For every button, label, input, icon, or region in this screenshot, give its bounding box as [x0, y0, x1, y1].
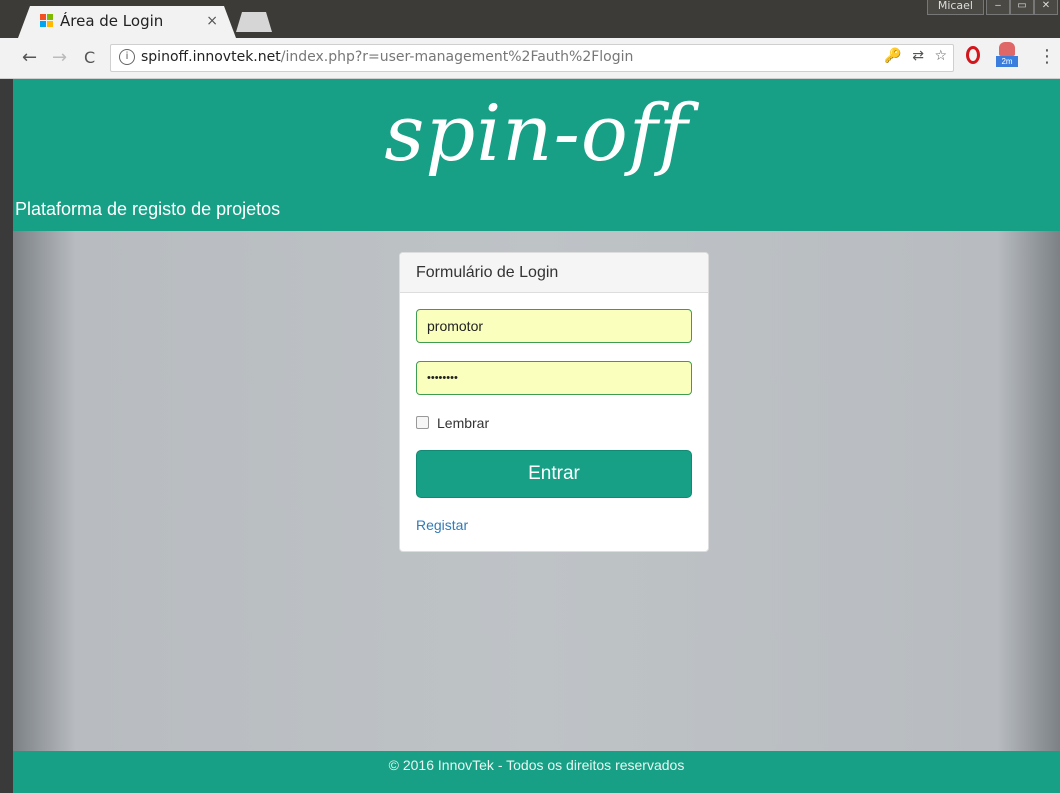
- page: spin-off Plataforma de registo de projet…: [13, 79, 1060, 793]
- register-link[interactable]: Registar: [416, 517, 468, 533]
- timer-extension-icon[interactable]: 2m: [996, 42, 1018, 68]
- back-icon[interactable]: ←: [22, 47, 37, 68]
- site-header: spin-off Plataforma de registo de projet…: [13, 79, 1060, 231]
- username-input[interactable]: promotor: [416, 309, 692, 343]
- opera-extension-icon[interactable]: [966, 46, 980, 64]
- omnibox-icons: 🔑 ⇄ ☆: [878, 48, 947, 64]
- star-icon[interactable]: ☆: [934, 48, 947, 64]
- site-subtitle: Plataforma de registo de projetos: [15, 199, 281, 219]
- maximize-button[interactable]: ▭: [1010, 0, 1034, 15]
- remember-row: Lembrar: [416, 415, 489, 431]
- minimize-button[interactable]: –: [986, 0, 1010, 15]
- password-input[interactable]: ••••••••: [416, 361, 692, 395]
- browser-titlebar: Área de Login × Micael – ▭ ✕: [0, 0, 1060, 38]
- footer-copyright: © 2016 InnovTek - Todos os direitos rese…: [388, 757, 685, 773]
- site-footer: © 2016 InnovTek - Todos os direitos rese…: [13, 751, 1060, 793]
- browser-tab[interactable]: Área de Login ×: [18, 6, 236, 38]
- favicon-icon: [40, 14, 54, 28]
- site-logo[interactable]: spin-off: [13, 89, 1060, 179]
- window-user-label[interactable]: Micael: [926, 0, 984, 15]
- url-path: /index.php?r=user-management%2Fauth%2Flo…: [280, 49, 634, 65]
- login-panel-title: Formulário de Login: [416, 264, 559, 281]
- login-button[interactable]: Entrar: [416, 450, 692, 498]
- url-text[interactable]: spinoff.innovtek.net/index.php?r=user-ma…: [141, 49, 633, 65]
- tab-title: Área de Login: [60, 12, 164, 30]
- browser-menu-icon[interactable]: ⋮: [1038, 46, 1056, 67]
- key-icon[interactable]: 🔑: [884, 48, 901, 64]
- remember-label[interactable]: Lembrar: [437, 415, 489, 431]
- new-tab-button[interactable]: [236, 12, 272, 32]
- reload-icon[interactable]: C: [84, 48, 95, 67]
- login-panel-header: Formulário de Login: [400, 253, 708, 293]
- site-info-icon[interactable]: i: [119, 49, 135, 65]
- translate-icon[interactable]: ⇄: [912, 48, 924, 64]
- browser-toolbar: ← → C i spinoff.innovtek.net/index.php?r…: [0, 38, 1060, 79]
- address-bar[interactable]: i spinoff.innovtek.net/index.php?r=user-…: [110, 44, 954, 72]
- remember-checkbox[interactable]: [416, 416, 429, 429]
- login-panel: Formulário de Login promotor •••••••• Le…: [399, 252, 709, 552]
- close-window-button[interactable]: ✕: [1034, 0, 1058, 15]
- url-host: spinoff.innovtek.net: [141, 49, 281, 65]
- tab-close-icon[interactable]: ×: [206, 13, 218, 29]
- extension-badge: 2m: [996, 56, 1018, 67]
- forward-icon[interactable]: →: [52, 47, 67, 68]
